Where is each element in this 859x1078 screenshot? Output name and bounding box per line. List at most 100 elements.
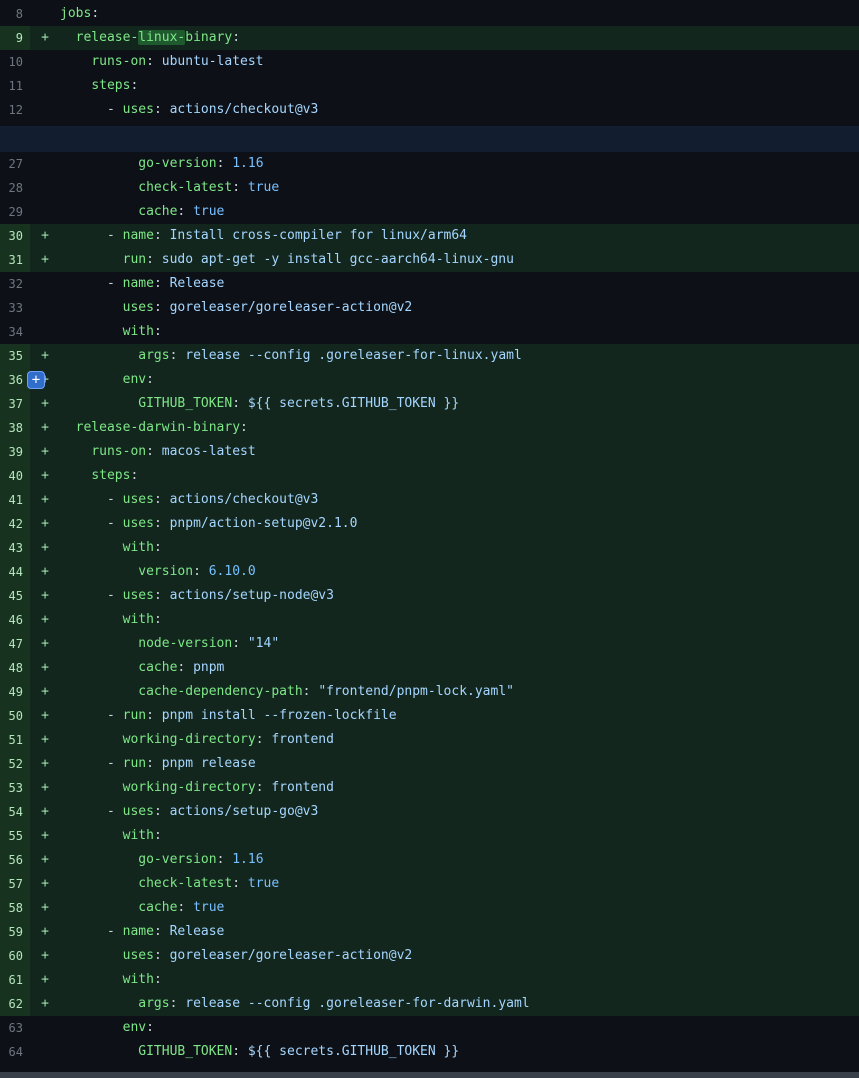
code-token: : [303,684,319,699]
line-number[interactable]: 60 [0,944,30,968]
code-token: name [123,924,154,939]
line-number[interactable]: 54 [0,800,30,824]
line-number[interactable]: 28 [0,176,30,200]
line-number[interactable]: 33 [0,296,30,320]
code-token: : [217,156,233,171]
hunk-expander[interactable] [0,126,859,152]
line-number[interactable]: 10 [0,50,30,74]
code-token: : [154,300,170,315]
line-number[interactable]: 12 [0,98,30,122]
code-token: with [123,540,154,555]
line-number[interactable]: 46 [0,608,30,632]
code-line: args: release --config .goreleaser-for-l… [60,344,859,368]
code-token: : [256,732,272,747]
code-token: check-latest [138,180,232,195]
code-token: : [232,876,248,891]
code-token: : [232,180,248,195]
code-token: : [146,372,154,387]
line-number[interactable]: 49 [0,680,30,704]
line-number[interactable]: 41 [0,488,30,512]
line-number[interactable]: 40 [0,464,30,488]
line-number[interactable]: 30 [0,224,30,248]
code-token: 1.16 [232,852,263,867]
code-token: actions/setup-node@v3 [170,588,334,603]
line-number[interactable]: 39 [0,440,30,464]
line-number[interactable]: 56 [0,848,30,872]
diff-marker: + [30,512,60,536]
line-number[interactable]: 11 [0,74,30,98]
line-number[interactable]: 32 [0,272,30,296]
diff-marker: + [30,488,60,512]
line-number[interactable]: 61 [0,968,30,992]
diff-line-35: 35+ args: release --config .goreleaser-f… [0,344,859,368]
code-token: : [232,30,240,45]
line-number[interactable]: 48 [0,656,30,680]
code-token [60,828,123,843]
line-number[interactable]: 47 [0,632,30,656]
line-number[interactable]: 50 [0,704,30,728]
line-number[interactable]: 44 [0,560,30,584]
line-number[interactable]: 42 [0,512,30,536]
code-token: Install cross-compiler for linux/arm64 [170,228,467,243]
code-line: version: 6.10.0 [60,560,859,584]
line-number[interactable]: 62 [0,992,30,1016]
line-number[interactable]: 52 [0,752,30,776]
line-number[interactable]: 51 [0,728,30,752]
line-number[interactable]: 55 [0,824,30,848]
line-number[interactable]: 45 [0,584,30,608]
diff-line-49: 49+ cache-dependency-path: "frontend/pnp… [0,680,859,704]
code-token: cache [138,900,177,915]
code-token: : [154,540,162,555]
line-number[interactable]: 53 [0,776,30,800]
line-number[interactable]: 35 [0,344,30,368]
code-token: : [177,204,193,219]
line-number[interactable]: 9 [0,26,30,50]
code-line: uses: goreleaser/goreleaser-action@v2 [60,296,859,320]
line-number[interactable]: 58 [0,896,30,920]
code-token: : [177,900,193,915]
code-token: frontend [271,780,334,795]
code-line: go-version: 1.16 [60,848,859,872]
diff-line-50: 50+ - run: pnpm install --frozen-lockfil… [0,704,859,728]
line-number[interactable]: 63 [0,1016,30,1040]
diff-marker: + [30,560,60,584]
diff-marker: + [30,608,60,632]
code-line: check-latest: true [60,872,859,896]
line-number[interactable]: 64 [0,1040,30,1064]
code-token: name [123,276,154,291]
code-line: with: [60,536,859,560]
code-token: release- [76,30,139,45]
line-number[interactable]: 29 [0,200,30,224]
line-number[interactable]: 43 [0,536,30,560]
diff-line-42: 42+ - uses: pnpm/action-setup@v2.1.0 [0,512,859,536]
diff-line-37: 37+ GITHUB_TOKEN: ${{ secrets.GITHUB_TOK… [0,392,859,416]
code-line: - run: pnpm install --frozen-lockfile [60,704,859,728]
code-token: linux- [138,30,185,45]
add-line-comment-button[interactable]: + [27,371,45,389]
code-token: macos-latest [162,444,256,459]
code-token: : [146,444,162,459]
line-number[interactable]: 37 [0,392,30,416]
diff-line-29: 29 cache: true [0,200,859,224]
code-token: pnpm install --frozen-lockfile [162,708,397,723]
code-line: cache: pnpm [60,656,859,680]
line-number[interactable]: 36 [0,368,30,392]
code-token: actions/checkout@v3 [170,102,319,117]
line-number[interactable]: 27 [0,152,30,176]
code-token [60,30,76,45]
diff-marker: + [30,26,60,50]
line-number[interactable]: 38 [0,416,30,440]
code-token: go-version [138,852,216,867]
line-number[interactable]: 59 [0,920,30,944]
code-line: args: release --config .goreleaser-for-d… [60,992,859,1016]
diff-line-55: 55+ with: [0,824,859,848]
line-number[interactable]: 31 [0,248,30,272]
code-token [60,204,138,219]
diff-marker: + [30,632,60,656]
line-number[interactable]: 8 [0,2,30,26]
line-number[interactable]: 57 [0,872,30,896]
diff-marker: + [30,584,60,608]
line-number[interactable]: 34 [0,320,30,344]
code-line: env: [60,1016,859,1040]
code-token [60,372,123,387]
